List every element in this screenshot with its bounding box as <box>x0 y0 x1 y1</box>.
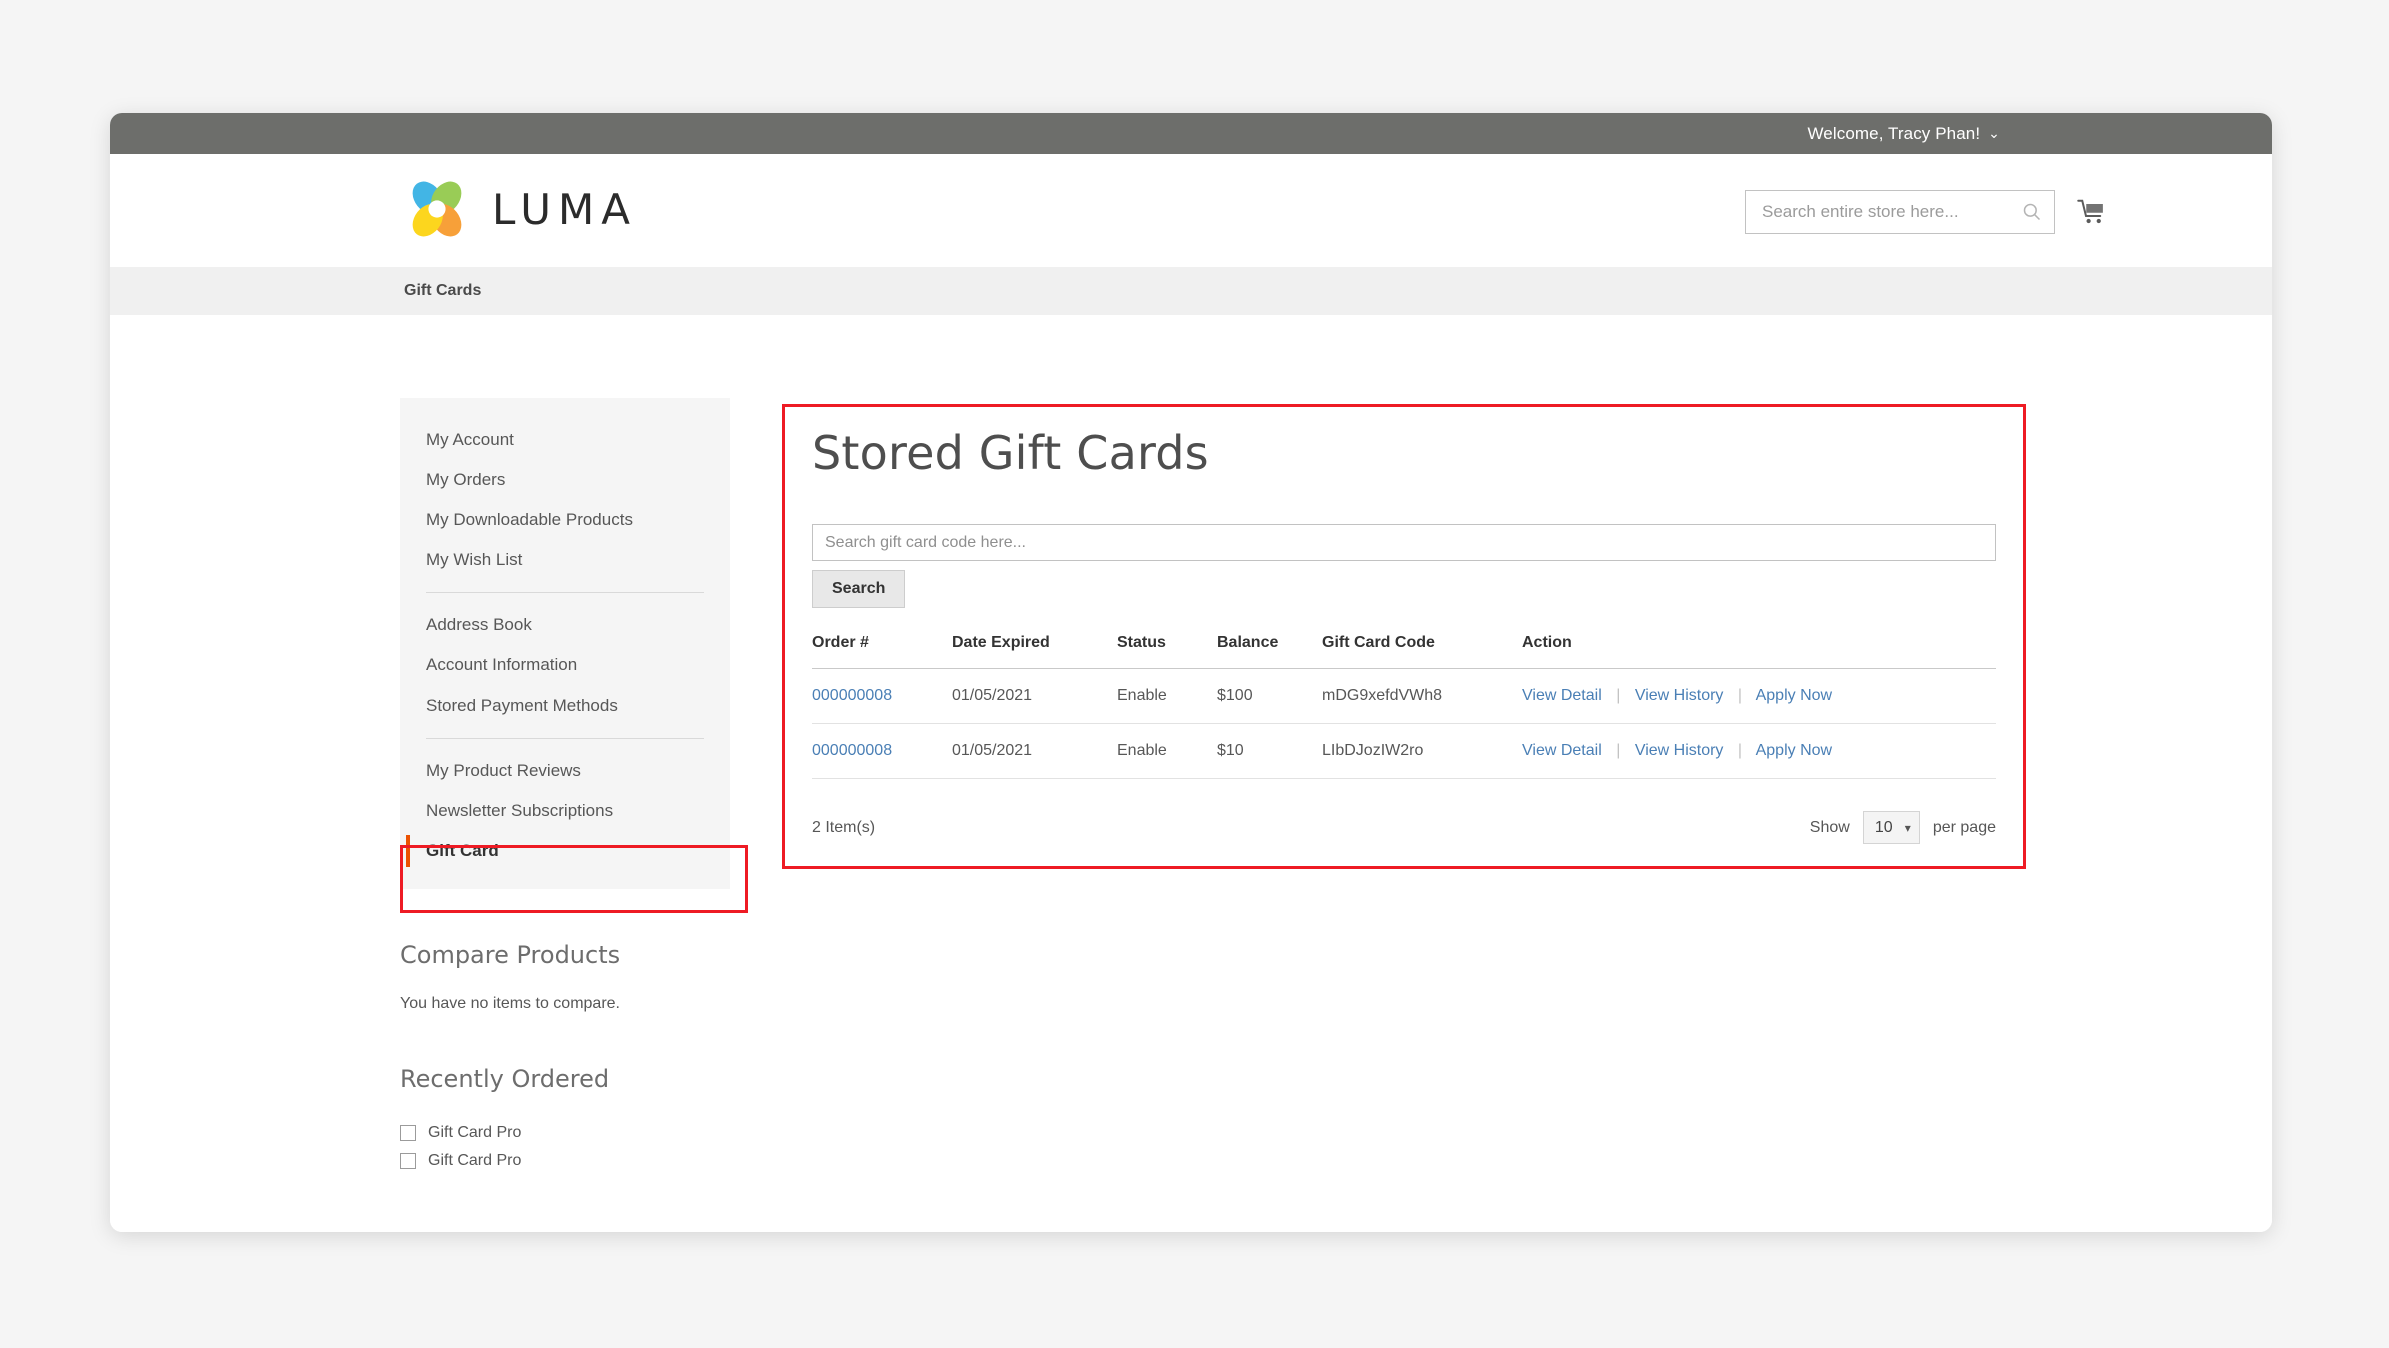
gift-card-search-input[interactable] <box>812 524 1996 561</box>
show-label: Show <box>1809 818 1850 836</box>
chevron-down-icon: ⌄ <box>1988 124 2000 141</box>
welcome-label: Welcome, Tracy Phan! <box>1807 123 1981 143</box>
column-header-date: Date Expired <box>952 634 1117 669</box>
cell-date-expired: 01/05/2021 <box>952 723 1117 779</box>
page-title: Stored Gift Cards <box>812 426 1209 480</box>
cell-gift-card-code: mDG9xefdVWh8 <box>1322 668 1522 724</box>
checkbox-icon[interactable] <box>400 1124 416 1141</box>
table-header-row: Order # Date Expired Status Balance Gift… <box>812 634 1996 669</box>
recently-ordered-label: Gift Card Pro <box>428 1123 522 1141</box>
sidebar-item-gift-card[interactable]: Gift Card <box>400 831 730 871</box>
account-sidebar: My Account My Orders My Downloadable Pro… <box>400 398 730 1175</box>
nav-group-1: My Account My Orders My Downloadable Pro… <box>400 420 730 580</box>
header-actions <box>1745 190 2107 234</box>
search-icon[interactable] <box>2022 202 2042 222</box>
sidebar-item-my-account[interactable]: My Account <box>400 420 730 460</box>
sidebar-item-my-orders[interactable]: My Orders <box>400 460 730 500</box>
nav-group-2: Address Book Account Information Stored … <box>400 605 730 725</box>
cell-order: 000000008 <box>812 668 952 724</box>
recently-ordered-label: Gift Card Pro <box>428 1151 522 1169</box>
sidebar-item-my-product-reviews[interactable]: My Product Reviews <box>400 751 730 791</box>
sidebar-item-my-wish-list[interactable]: My Wish List <box>400 540 730 580</box>
nav-divider <box>426 592 704 594</box>
sidebar-item-address-book[interactable]: Address Book <box>400 605 730 645</box>
search-input[interactable] <box>1760 201 2022 223</box>
sidebar-item-stored-payment-methods[interactable]: Stored Payment Methods <box>400 686 730 726</box>
action-separator: | <box>1616 742 1621 759</box>
store-search[interactable] <box>1745 190 2055 234</box>
table-toolbar: 2 Item(s) Show 102030 ▾ per page <box>812 811 1996 844</box>
apply-now-link[interactable]: Apply Now <box>1756 687 1832 704</box>
column-header-order: Order # <box>812 634 952 669</box>
column-header-code: Gift Card Code <box>1322 634 1522 669</box>
table-row: 000000008 01/05/2021 Enable $100 mDG9xef… <box>812 668 1996 724</box>
sidebar-item-account-information[interactable]: Account Information <box>400 645 730 685</box>
sidebar-item-my-downloadable-products[interactable]: My Downloadable Products <box>400 500 730 540</box>
search-button[interactable]: Search <box>812 570 906 608</box>
view-detail-link[interactable]: View Detail <box>1522 742 1602 759</box>
gift-cards-table: Order # Date Expired Status Balance Gift… <box>812 634 1996 779</box>
column-header-balance: Balance <box>1217 634 1322 669</box>
sidebar-item-newsletter-subscriptions[interactable]: Newsletter Subscriptions <box>400 791 730 831</box>
cell-status: Enable <box>1117 668 1217 724</box>
table-row: 000000008 01/05/2021 Enable $10 LIbDJozI… <box>812 723 1996 779</box>
page-size-select[interactable]: 102030 <box>1862 811 1920 844</box>
list-item[interactable]: Gift Card Pro <box>400 1147 730 1175</box>
order-link[interactable]: 000000008 <box>812 742 892 759</box>
view-detail-link[interactable]: View Detail <box>1522 687 1602 704</box>
action-separator: | <box>1616 687 1621 704</box>
cell-gift-card-code: LIbDJozIW2ro <box>1322 723 1522 779</box>
cell-date-expired: 01/05/2021 <box>952 668 1117 724</box>
recently-ordered-list: Gift Card Pro Gift Card Pro <box>400 1119 730 1175</box>
logo[interactable]: LUMA <box>404 176 637 242</box>
screenshot-root: Welcome, Tracy Phan! ⌄ LUMA Search entir… <box>0 0 2389 1348</box>
breadcrumb-current: Gift Cards <box>404 282 482 299</box>
column-header-status: Status <box>1117 634 1217 669</box>
compare-products-block: Compare Products You have no items to co… <box>400 941 730 1013</box>
apply-now-link[interactable]: Apply Now <box>1756 742 1832 759</box>
per-page-label: per page <box>1932 818 1996 836</box>
checkbox-icon[interactable] <box>400 1152 416 1169</box>
cell-actions: View Detail | View History | Apply Now <box>1522 723 1996 779</box>
cell-balance: $10 <box>1217 723 1322 779</box>
welcome-menu[interactable]: Welcome, Tracy Phan! ⌄ <box>1807 124 2000 144</box>
item-count: 2 Item(s) <box>812 818 876 836</box>
recently-ordered-block: Recently Ordered Gift Card Pro Gift Card… <box>400 1065 730 1175</box>
breadcrumb: Gift Cards <box>110 267 2272 315</box>
list-item[interactable]: Gift Card Pro <box>400 1119 730 1147</box>
account-nav: My Account My Orders My Downloadable Pro… <box>400 398 730 889</box>
page-size-limiter: Show 102030 ▾ per page <box>1810 811 1996 844</box>
store-header: LUMA <box>110 154 2272 267</box>
action-separator: | <box>1737 687 1743 704</box>
column-header-action: Action <box>1522 634 1996 669</box>
cell-order: 000000008 <box>812 723 952 779</box>
nav-group-3: My Product Reviews Newsletter Subscripti… <box>400 751 730 871</box>
cell-balance: $100 <box>1217 668 1322 724</box>
logo-text: LUMA <box>492 184 638 234</box>
recently-ordered-title: Recently Ordered <box>400 1064 610 1093</box>
compare-products-empty: You have no items to compare. <box>400 994 620 1012</box>
compare-products-title: Compare Products <box>400 940 621 969</box>
nav-divider <box>426 737 704 739</box>
gift-cards-panel: Stored Gift Cards Search Order # Date Ex… <box>782 404 2026 874</box>
cell-actions: View Detail | View History | Apply Now <box>1522 668 1996 724</box>
action-separator: | <box>1737 742 1743 759</box>
account-topbar: Welcome, Tracy Phan! ⌄ <box>110 113 2272 154</box>
luma-logo-icon <box>412 181 462 237</box>
cell-status: Enable <box>1117 723 1217 779</box>
shopping-cart-icon[interactable] <box>2077 197 2107 227</box>
view-history-link[interactable]: View History <box>1635 742 1724 759</box>
view-history-link[interactable]: View History <box>1635 687 1724 704</box>
order-link[interactable]: 000000008 <box>812 687 892 704</box>
